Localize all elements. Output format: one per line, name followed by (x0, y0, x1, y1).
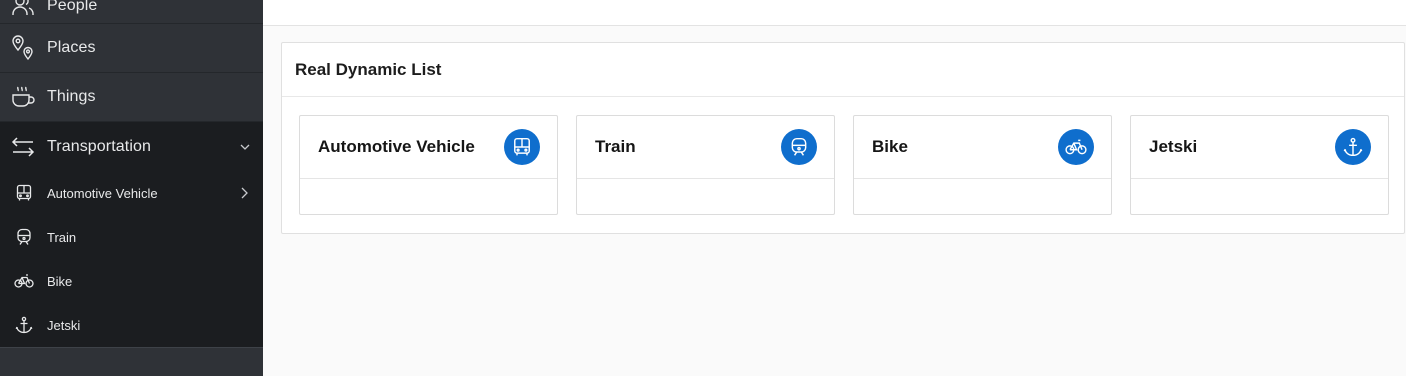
train-icon (14, 227, 34, 247)
anchor-icon (1335, 129, 1371, 165)
subnav-transportation: Automotive Vehicle Train Bike Jetski (0, 171, 263, 347)
subnav-item-label: Train (47, 229, 77, 245)
map-pin-icon (10, 35, 36, 61)
subnav-item-automotive-vehicle[interactable]: Automotive Vehicle (0, 171, 263, 215)
card-title: Jetski (1149, 137, 1198, 156)
train-icon (781, 129, 817, 165)
bus-icon (14, 183, 34, 203)
sidebar-item-things[interactable]: Things (0, 73, 263, 122)
card-title: Bike (872, 137, 908, 156)
sidebar-item-label: Places (47, 39, 96, 56)
bike-icon (14, 271, 34, 291)
chevron-right-icon (241, 187, 248, 199)
dynamic-list-panel: Real Dynamic List Automotive Vehicle Tra… (281, 42, 1405, 234)
card-automotive-vehicle[interactable]: Automotive Vehicle (299, 115, 558, 215)
anchor-icon (14, 315, 34, 335)
card-jetski[interactable]: Jetski (1130, 115, 1389, 215)
sidebar-item-label: Things (47, 88, 96, 105)
sidebar-item-label: People (47, 0, 98, 14)
coffee-cup-icon (10, 84, 36, 110)
sidebar-item-label: Transportation (47, 137, 151, 155)
panel-header: Real Dynamic List (282, 43, 1404, 97)
card-header: Train (577, 116, 834, 179)
subnav-item-train[interactable]: Train (0, 215, 263, 259)
card-train[interactable]: Train (576, 115, 835, 215)
card-title: Train (595, 137, 636, 156)
top-bar (263, 0, 1406, 26)
subnav-item-label: Automotive Vehicle (47, 185, 158, 201)
subnav-item-label: Jetski (47, 317, 81, 333)
card-title: Automotive Vehicle (318, 137, 475, 156)
sidebar: People Places Things Transportation Auto… (0, 0, 263, 376)
card-list: Automotive Vehicle Train Bike Jetski (299, 115, 1389, 215)
sidebar-item-people[interactable]: People (0, 0, 263, 24)
subnav-item-jetski[interactable]: Jetski (0, 303, 263, 347)
subnav-item-bike[interactable]: Bike (0, 259, 263, 303)
card-header: Automotive Vehicle (300, 116, 557, 179)
sidebar-item-places[interactable]: Places (0, 24, 263, 73)
chevron-down-icon (240, 144, 250, 150)
people-icon (10, 0, 36, 19)
bike-icon (1058, 129, 1094, 165)
arrows-left-right-icon (10, 134, 36, 160)
panel-title: Real Dynamic List (295, 59, 442, 79)
card-bike[interactable]: Bike (853, 115, 1112, 215)
card-header: Bike (854, 116, 1111, 179)
sidebar-item-transportation[interactable]: Transportation (0, 122, 263, 171)
subnav-item-label: Bike (47, 273, 73, 289)
card-header: Jetski (1131, 116, 1388, 179)
bus-icon (504, 129, 540, 165)
sidebar-item-partial[interactable] (0, 347, 263, 367)
